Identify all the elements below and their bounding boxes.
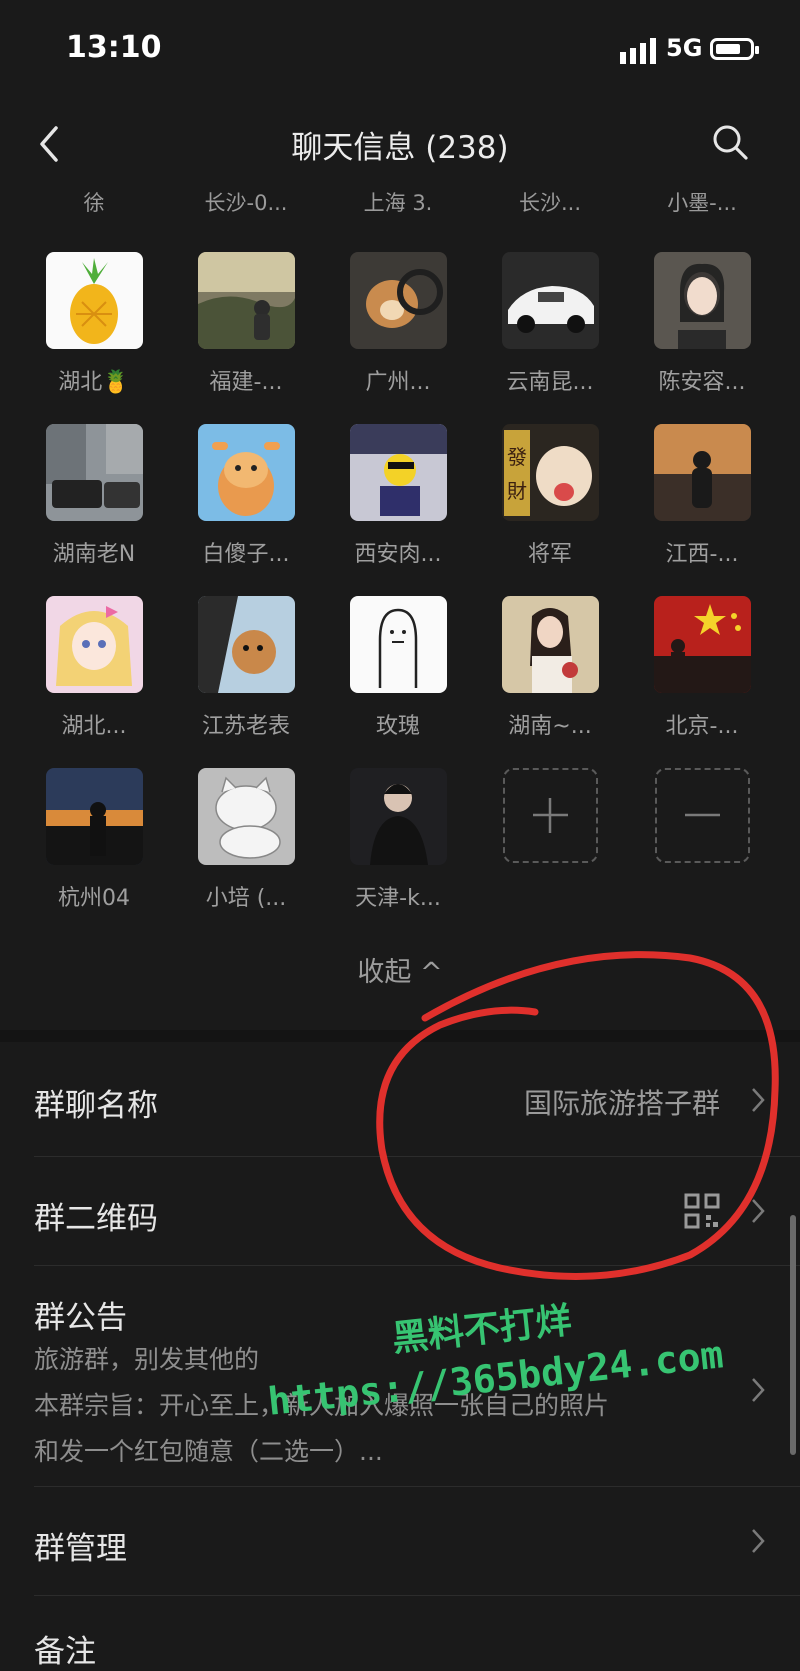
member-avatar [350, 596, 447, 693]
member-avatar: 發財 [502, 424, 599, 521]
group-management-label: 群管理 [34, 1531, 127, 1567]
group-qr-label: 群二维码 [34, 1201, 158, 1237]
member-item[interactable]: 湖北🍍 [19, 252, 169, 412]
member-name: 云南昆... [506, 370, 594, 395]
member-item[interactable]: 湖北... [19, 596, 169, 756]
chevron-right-icon [752, 1088, 765, 1112]
member-name: 湖北... [61, 714, 127, 739]
battery-icon [710, 38, 759, 60]
member-name: 天津-k... [355, 886, 441, 911]
member-avatar [198, 252, 295, 349]
member-avatar [654, 252, 751, 349]
qr-code-icon [684, 1193, 720, 1229]
section-separator [0, 1030, 800, 1042]
member-item[interactable]: 北京-... [627, 596, 777, 756]
signal-icon [620, 38, 656, 64]
group-management-row[interactable]: 群管理 [0, 1487, 800, 1595]
member-item[interactable]: 陈安容... [627, 252, 777, 412]
member-avatar [502, 252, 599, 349]
status-time: 13:10 [66, 30, 162, 65]
member-name: 白傻子... [202, 542, 290, 567]
group-name-label: 群聊名称 [34, 1088, 158, 1124]
minus-icon [685, 813, 720, 817]
member-name: 广州... [365, 370, 431, 395]
chevron-right-icon [752, 1378, 765, 1402]
nav-bar: 聊天信息 (238) [0, 100, 800, 190]
plus-icon [533, 798, 568, 833]
member-name: 玫瑰 [375, 714, 420, 739]
remark-row[interactable]: 备注 [0, 1596, 800, 1670]
add-member-button[interactable] [503, 768, 598, 863]
member-name: 小墨-... [667, 191, 737, 215]
chevron-right-icon [752, 1529, 765, 1553]
member-name: 长沙... [518, 191, 582, 215]
chevron-right-icon [752, 1199, 765, 1223]
members-top-row: 徐 长沙-0... 上海 3. 长沙... 小墨-... [0, 187, 800, 227]
member-name: 陈安容... [658, 370, 746, 395]
search-icon[interactable] [708, 120, 752, 164]
member-avatar [350, 424, 447, 521]
member-name: 杭州04 [58, 886, 130, 911]
announcement-line: 和发一个红包随意（二选一）... [34, 1437, 383, 1466]
member-item[interactable]: 西安肉... [323, 424, 473, 584]
member-item[interactable]: 小培 (... [171, 768, 321, 928]
remove-member-button[interactable] [655, 768, 750, 863]
group-name-value: 国际旅游搭子群 [523, 1087, 720, 1120]
network-type: 5G [666, 34, 703, 62]
member-avatar [502, 596, 599, 693]
member-item[interactable]: 广州... [323, 252, 473, 412]
member-name: 江西-... [665, 542, 739, 567]
member-avatar [198, 596, 295, 693]
member-item[interactable]: 杭州04 [19, 768, 169, 928]
member-item[interactable]: 江西-... [627, 424, 777, 584]
member-avatar [350, 768, 447, 865]
member-item[interactable]: 白傻子... [171, 424, 321, 584]
member-avatar [350, 252, 447, 349]
member-item[interactable]: 云南昆... [475, 252, 625, 412]
collapse-button[interactable]: 收起 ^ [0, 950, 800, 989]
page-title: 聊天信息 (238) [291, 130, 509, 166]
member-name: 将军 [527, 542, 572, 567]
status-bar: 13:10 5G [0, 0, 800, 100]
member-name: 湖南~... [508, 714, 592, 739]
member-avatar [46, 424, 143, 521]
member-name: 福建-... [209, 370, 283, 395]
svg-text:發: 發 [507, 445, 527, 469]
member-name: 长沙-0... [204, 191, 288, 215]
member-name: 上海 3. [363, 191, 433, 215]
remark-label: 备注 [34, 1634, 96, 1670]
member-name: 湖北🍍 [58, 370, 130, 395]
member-item[interactable]: 天津-k... [323, 768, 473, 928]
member-avatar [654, 596, 751, 693]
member-item[interactable]: 湖南~... [475, 596, 625, 756]
member-item[interactable]: 玫瑰 [323, 596, 473, 756]
member-name: 小培 (... [205, 886, 287, 911]
member-name: 西安肉... [354, 542, 442, 567]
member-item[interactable]: 江苏老表 [171, 596, 321, 756]
member-avatar [46, 768, 143, 865]
group-name-row[interactable]: 群聊名称 国际旅游搭子群 [0, 1042, 800, 1156]
member-avatar [46, 252, 143, 349]
member-avatar [46, 596, 143, 693]
member-name: 江苏老表 [201, 714, 290, 739]
member-name: 湖南老N [52, 542, 136, 567]
announcement-line: 旅游群，别发其他的 [34, 1345, 260, 1374]
scrollbar[interactable] [790, 1215, 796, 1455]
member-avatar [654, 424, 751, 521]
group-qr-row[interactable]: 群二维码 [0, 1157, 800, 1265]
member-avatar [198, 768, 295, 865]
member-item[interactable]: 湖南老N [19, 424, 169, 584]
svg-text:財: 財 [507, 479, 527, 503]
member-avatar [198, 424, 295, 521]
member-name: 北京-... [665, 714, 739, 739]
group-announcement-label: 群公告 [34, 1300, 127, 1336]
member-name: 徐 [83, 191, 105, 215]
member-item[interactable]: 福建-... [171, 252, 321, 412]
member-item[interactable]: 發財 将军 [475, 424, 625, 584]
